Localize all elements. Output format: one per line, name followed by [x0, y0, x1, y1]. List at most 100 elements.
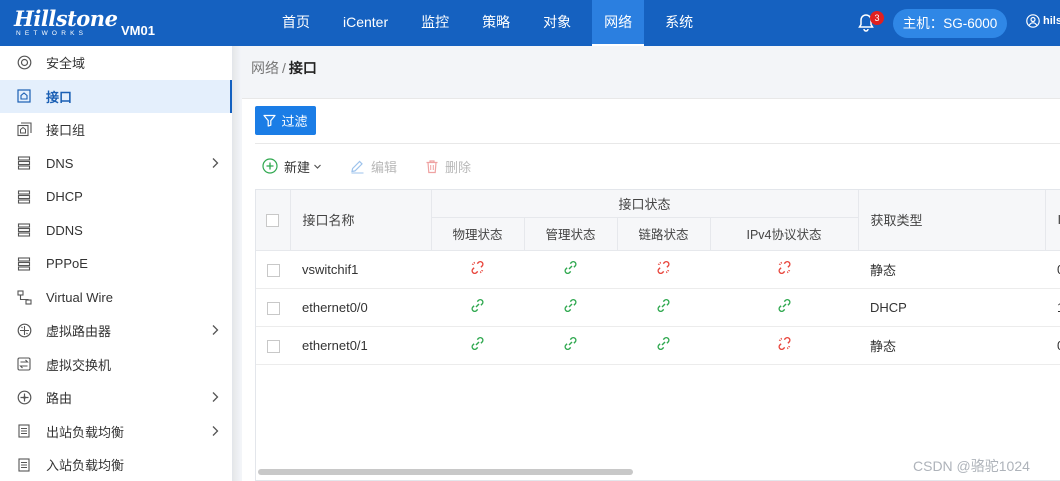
link-up-icon — [656, 336, 671, 354]
nav-item[interactable]: 网络 — [592, 0, 645, 46]
sidebar-item[interactable]: PPPoE — [0, 247, 232, 281]
router-icon — [16, 323, 32, 339]
interface-table: 接口名称 接口状态 获取类型 I 物理状态管理状态链路状态IPv4协议状态 vs… — [255, 189, 1060, 481]
sidebar-item[interactable]: DHCP — [0, 180, 232, 214]
status-cell — [710, 250, 859, 289]
table-row[interactable]: ethernet0/0 DHCP1 — [256, 288, 1060, 327]
row-checkbox[interactable] — [266, 339, 280, 353]
link-up-icon — [470, 298, 485, 316]
header-status-sub[interactable]: IPv4协议状态 — [710, 217, 859, 251]
row-select-cell — [256, 250, 290, 289]
new-label: 新建 — [284, 159, 311, 175]
nav-item[interactable]: 对象 — [531, 0, 583, 46]
link-up-icon — [656, 298, 671, 316]
header-status-sub[interactable]: 物理状态 — [431, 217, 525, 251]
sidebar-item-label: 虚拟交换机 — [46, 357, 112, 373]
sidebar-item-label: 虚拟路由器 — [46, 324, 112, 340]
filter-label: 过滤 — [281, 114, 308, 129]
breadcrumb-parent[interactable]: 网络 — [251, 60, 279, 76]
status-cell — [710, 326, 859, 365]
user-menu[interactable]: hils — [1026, 14, 1060, 28]
server-icon — [16, 155, 32, 171]
chevron-right-icon — [211, 391, 220, 406]
nav-item[interactable]: iCenter — [331, 0, 400, 46]
sidebar-item[interactable]: 接口 — [0, 79, 232, 113]
sidebar-item[interactable]: Virtual Wire — [0, 281, 232, 315]
header-interface-status: 接口状态 — [431, 190, 859, 218]
row-checkbox[interactable] — [266, 263, 280, 277]
filter-icon — [263, 114, 277, 127]
link-up-icon — [563, 260, 578, 278]
row-checkbox[interactable] — [266, 301, 280, 315]
status-cell — [431, 250, 524, 289]
edit-label: 编辑 — [371, 159, 398, 175]
status-cell — [617, 250, 710, 289]
chevron-right-icon — [211, 425, 220, 440]
status-cell — [524, 326, 617, 365]
switch-icon — [16, 356, 32, 372]
sidebar-item-label: DHCP — [46, 189, 83, 205]
header-next-column[interactable]: I — [1045, 190, 1060, 251]
nav-item[interactable]: 首页 — [270, 0, 322, 46]
load-balance-icon — [16, 423, 32, 439]
trash-icon — [426, 159, 438, 173]
table-row[interactable]: vswitchif1 静态0 — [256, 250, 1060, 289]
delete-label: 删除 — [445, 159, 472, 175]
header-status-sub[interactable]: 管理状态 — [524, 217, 618, 251]
sidebar-item[interactable]: 虚拟交换机 — [0, 348, 232, 382]
sidebar-item[interactable]: DNS — [0, 147, 232, 181]
sidebar-item[interactable]: 出站负载均衡 — [0, 415, 232, 449]
interface-group-icon — [16, 122, 32, 138]
top-bar: Hillstone NETWORKS VM01 首页 iCenter 监控 策略 对象网… — [0, 0, 1060, 46]
new-button[interactable]: 新建 — [262, 157, 322, 176]
hillstone-logo[interactable]: Hillstone NETWORKS — [14, 8, 118, 38]
delete-button[interactable]: 删除 — [425, 157, 471, 176]
sidebar-item-label: DNS — [46, 155, 74, 171]
toolbar: 新建 编辑 删除 — [262, 156, 499, 176]
header-status-sub[interactable]: 链路状态 — [617, 217, 711, 251]
link-up-icon — [777, 298, 792, 316]
nav-item[interactable]: 策略 — [470, 0, 522, 46]
sidebar-item-label: Virtual Wire — [46, 289, 113, 305]
logo-text: Hillstone — [14, 6, 118, 31]
sidebar-item-label: PPPoE — [46, 256, 88, 272]
host-button[interactable]: 主机：SG-6000 — [893, 9, 1007, 38]
link-down-icon — [777, 260, 792, 278]
interface-name-cell: ethernet0/0 — [290, 288, 431, 327]
link-up-icon — [470, 336, 485, 354]
sidebar-item[interactable]: 虚拟路由器 — [0, 314, 232, 348]
interface-name-cell: ethernet0/1 — [290, 326, 431, 365]
sidebar: 安全域接口接口组 DNS DHCP DDNS PPPoE Virtual Wire 虚拟路由… — [0, 46, 233, 481]
interface-icon — [16, 88, 32, 104]
sidebar-item-label: 入站负载均衡 — [46, 458, 125, 474]
add-circle-icon — [262, 158, 278, 174]
breadcrumb: 网络 / 接口 — [251, 58, 317, 78]
nav-item[interactable]: 系统 — [653, 0, 705, 46]
divider — [255, 143, 1060, 144]
header-acquire-type[interactable]: 获取类型 — [858, 190, 1046, 251]
sidebar-item[interactable]: DDNS — [0, 214, 232, 248]
horizontal-scrollbar[interactable] — [258, 469, 633, 475]
row-select-cell — [256, 326, 290, 365]
sidebar-item[interactable]: 路由 — [0, 381, 232, 415]
select-all-checkbox[interactable] — [266, 214, 280, 228]
status-cell — [431, 288, 524, 327]
header-interface-name[interactable]: 接口名称 — [290, 190, 432, 251]
filter-button[interactable]: 过滤 — [255, 106, 316, 135]
route-icon — [16, 390, 32, 406]
nav-item[interactable]: 监控 — [409, 0, 461, 46]
sidebar-item[interactable]: 入站负载均衡 — [0, 448, 232, 481]
sidebar-item[interactable]: 安全域 — [0, 46, 232, 80]
status-cell — [524, 250, 617, 289]
sidebar-item-label: 安全域 — [46, 56, 86, 72]
link-up-icon — [563, 298, 578, 316]
sidebar-item[interactable]: 接口组 — [0, 113, 232, 147]
status-cell — [710, 288, 859, 327]
status-cell — [524, 288, 617, 327]
table-row[interactable]: ethernet0/1 静态0 — [256, 326, 1060, 365]
link-up-icon — [563, 336, 578, 354]
edit-icon — [351, 160, 364, 173]
acquire-type-cell: DHCP — [858, 288, 1046, 327]
sidebar-item-label: 接口 — [46, 89, 73, 105]
edit-button[interactable]: 编辑 — [350, 157, 397, 176]
